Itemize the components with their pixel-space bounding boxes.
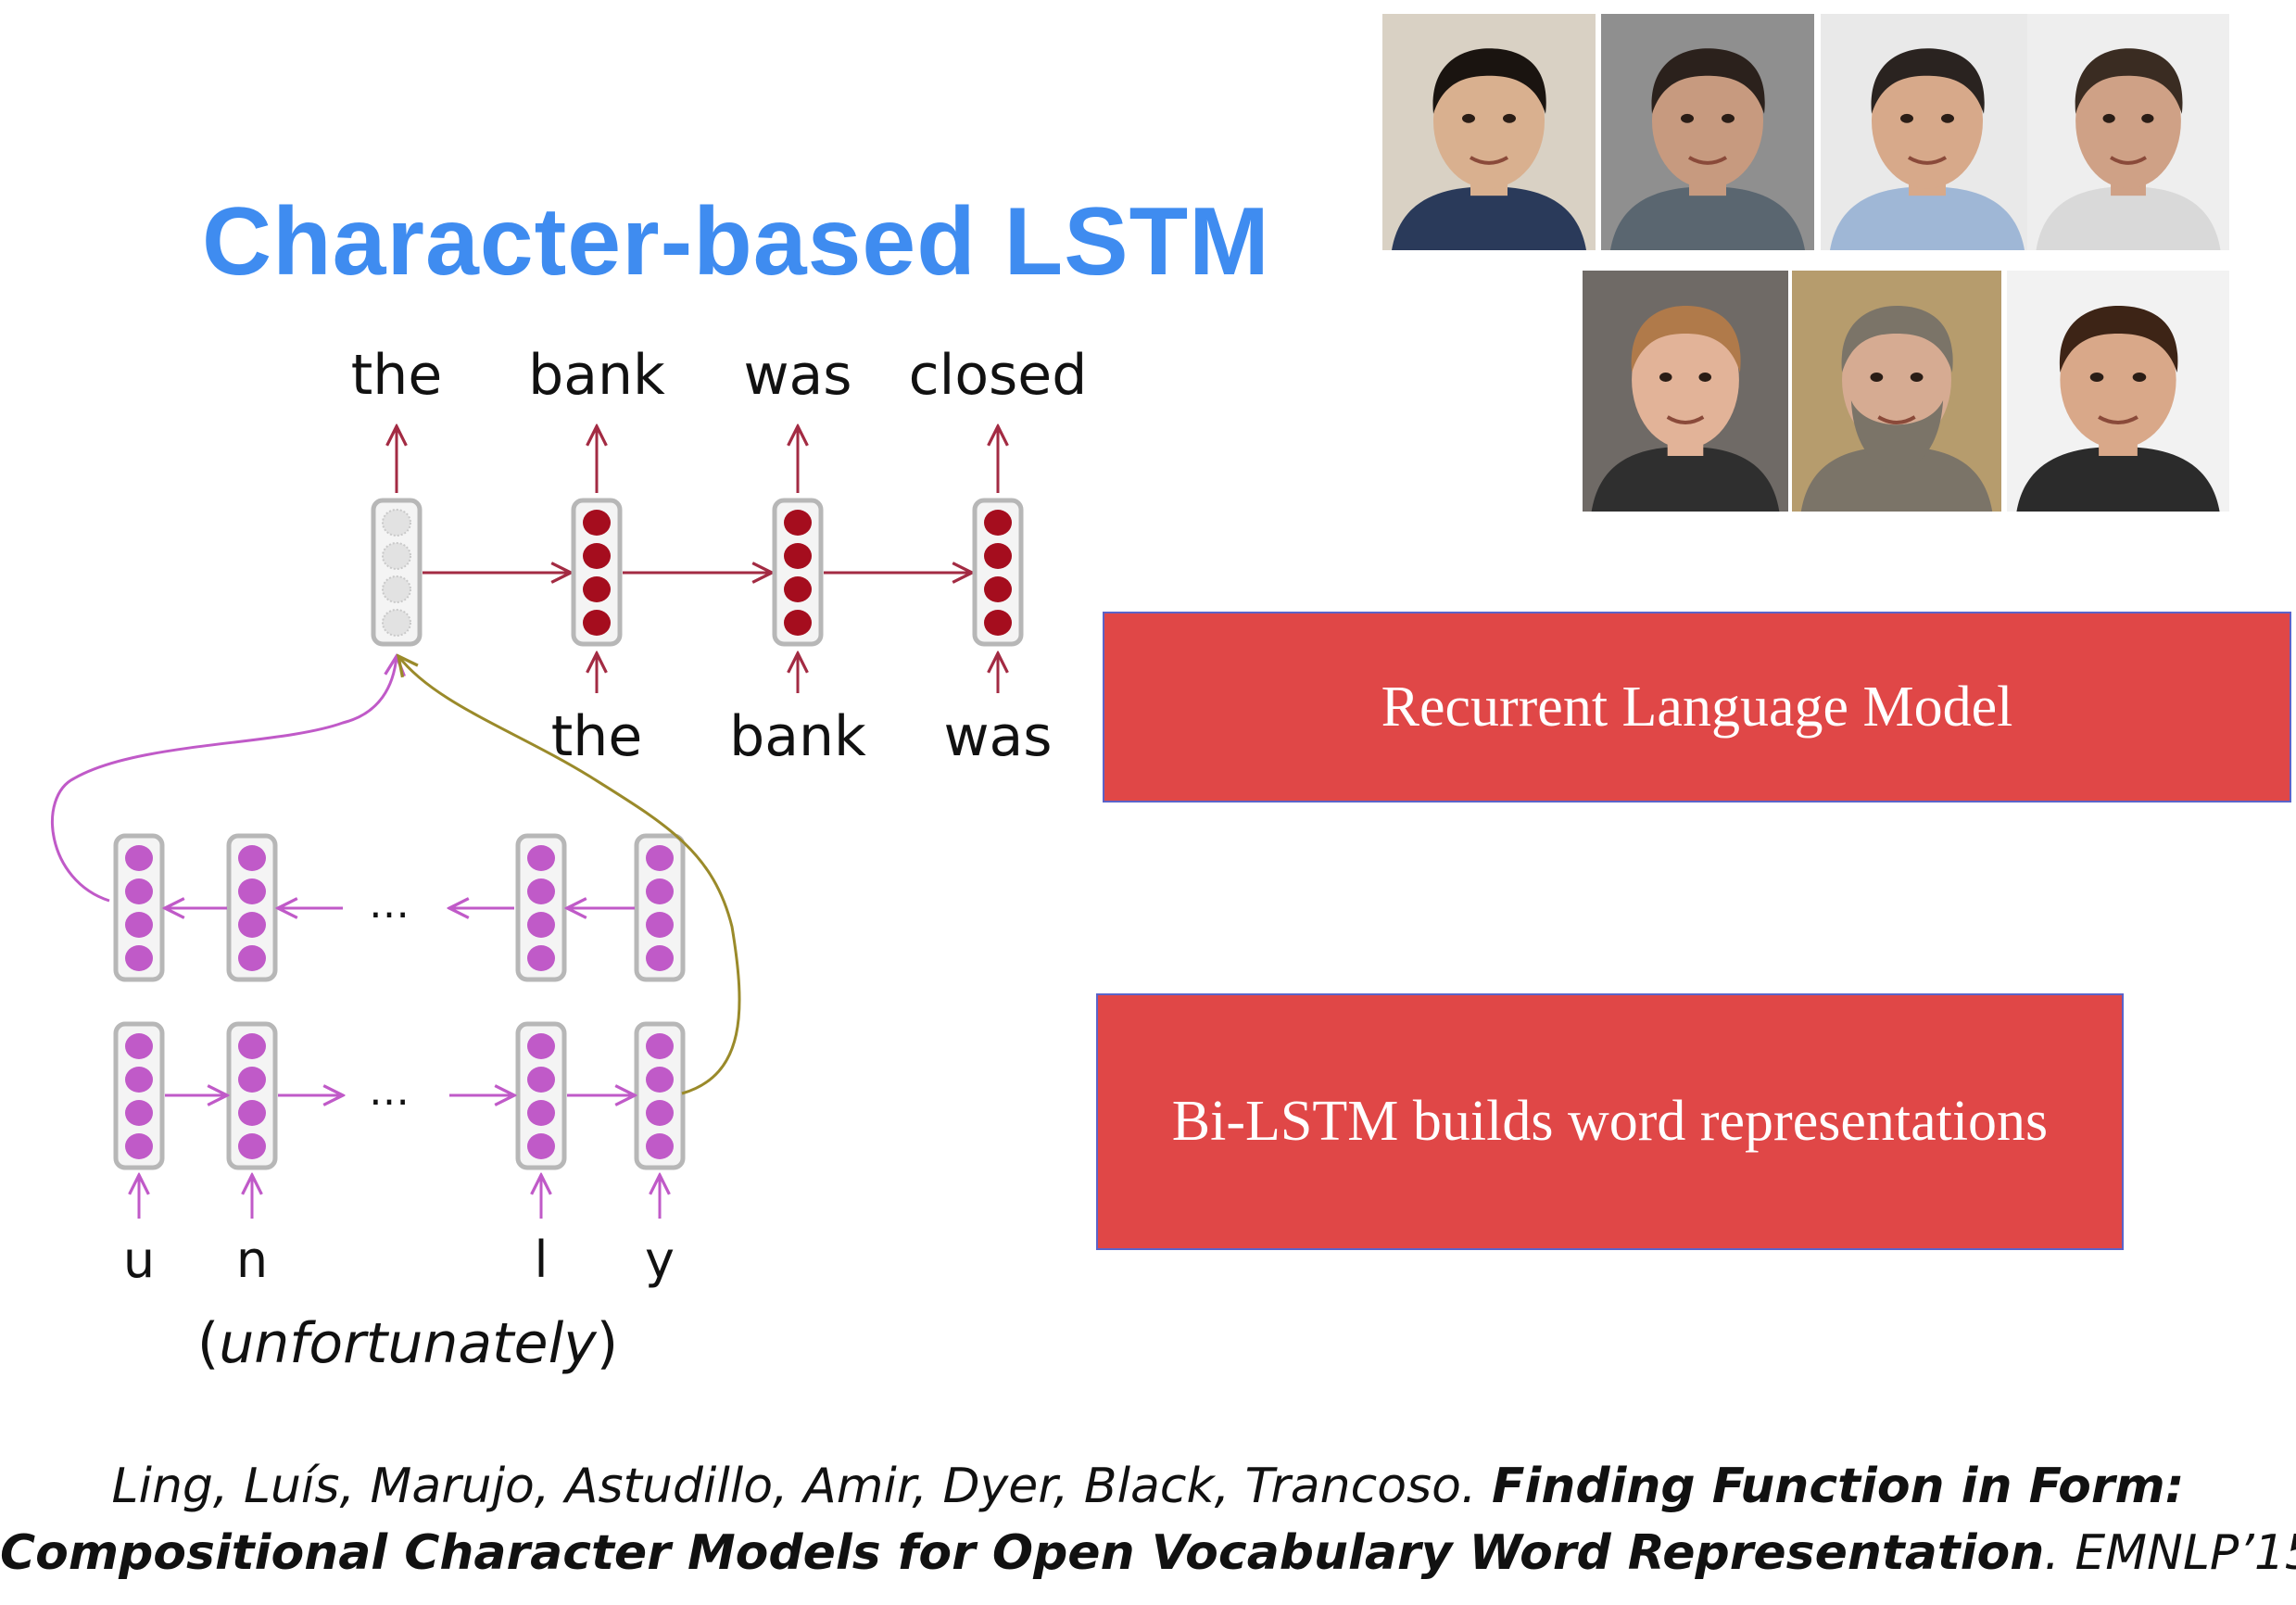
forward-char-node-1 <box>113 1021 165 1170</box>
citation-title-part1: Finding Function in Form: <box>1491 1459 2185 1514</box>
forward-ellipsis: … <box>369 1068 410 1115</box>
word-lstm-node-3 <box>772 498 824 647</box>
author-photo-5 <box>1583 271 1788 512</box>
bilstm-label: Bi-LSTM builds word representations <box>1171 1090 2049 1153</box>
char-input-3: l <box>534 1231 548 1289</box>
backward-lstm-curve <box>51 656 397 903</box>
author-photo-3 <box>1821 14 2034 250</box>
source-word-text: unfortunately <box>219 1311 598 1376</box>
word-lstm-node-1 <box>371 498 423 647</box>
source-word-open-paren: ( <box>197 1311 219 1376</box>
bilstm-box: Bi-LSTM builds word representations <box>1096 993 2124 1250</box>
backward-char-node-3 <box>515 833 567 982</box>
backward-char-node-2 <box>226 833 278 982</box>
char-input-1: u <box>123 1231 155 1289</box>
recurrent-language-model-label: Recurrent Language Model <box>1381 675 2013 739</box>
forward-char-node-4 <box>634 1021 686 1170</box>
output-word-2: bank <box>528 343 665 408</box>
citation-venue: . EMNLP’15. <box>2044 1525 2296 1581</box>
recurrent-language-model-box: Recurrent Language Model <box>1103 612 2291 802</box>
backward-ellipsis: … <box>369 880 410 928</box>
input-word-2: bank <box>729 704 866 769</box>
output-word-3: was <box>743 343 852 408</box>
citation-authors: Ling, Luís, Marujo, Astudillo, Amir, Dye… <box>111 1459 1492 1514</box>
citation-title-part2: Compositional Character Models for Open … <box>0 1525 2045 1581</box>
forward-char-node-2 <box>226 1021 278 1170</box>
author-photo-7 <box>2007 271 2229 512</box>
char-input-4: y <box>645 1231 675 1289</box>
author-photo-6 <box>1792 271 2001 512</box>
word-lstm-node-4 <box>972 498 1024 647</box>
input-word-1: the <box>551 704 642 769</box>
citation-line-2: Compositional Character Models for Open … <box>0 1525 2296 1581</box>
output-word-4: closed <box>909 343 1088 408</box>
char-input-2: n <box>236 1231 268 1289</box>
backward-char-node-1 <box>113 833 165 982</box>
author-photo-1 <box>1382 14 1596 250</box>
output-word-1: the <box>351 343 442 408</box>
author-photo-4 <box>2027 14 2229 250</box>
citation-line-1: Ling, Luís, Marujo, Astudillo, Amir, Dye… <box>0 1459 2296 1514</box>
word-lstm-node-2 <box>571 498 623 647</box>
backward-char-node-4 <box>634 833 686 982</box>
source-word-close-paren: ) <box>597 1311 618 1376</box>
source-word: (unfortunately) <box>197 1311 618 1376</box>
author-photo-2 <box>1601 14 1814 250</box>
input-word-3: was <box>943 704 1052 769</box>
forward-char-node-3 <box>515 1021 567 1170</box>
